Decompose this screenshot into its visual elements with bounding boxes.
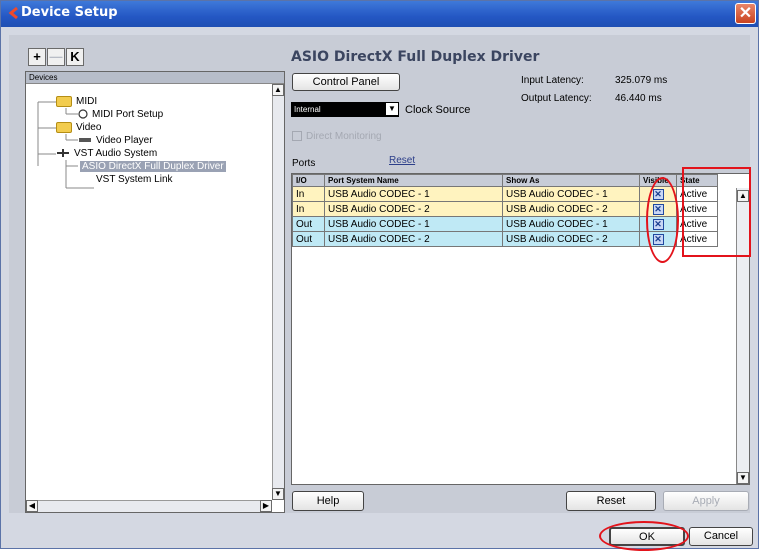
scroll-left-icon[interactable]: ◀	[26, 500, 38, 512]
scroll-right-icon[interactable]: ▶	[260, 500, 272, 512]
help-button[interactable]: Help	[292, 491, 364, 511]
folder-icon	[56, 122, 72, 133]
port-name-cell: USB Audio CODEC - 1	[324, 186, 503, 202]
visible-column-highlight	[646, 177, 679, 263]
tree-item-video-player[interactable]: Video Player	[78, 135, 153, 147]
port-name-cell: USB Audio CODEC - 2	[324, 231, 503, 247]
tree-horizontal-scrollbar[interactable]: ◀ ▶	[26, 500, 272, 512]
apply-button[interactable]: Apply	[663, 491, 749, 511]
scroll-down-icon[interactable]: ▼	[737, 472, 749, 484]
tree-item-midi[interactable]: MIDI	[56, 96, 97, 108]
audio-system-icon	[57, 149, 69, 158]
add-device-button[interactable]: +	[28, 48, 46, 66]
app-icon	[8, 6, 18, 20]
port-name-cell: USB Audio CODEC - 2	[324, 201, 503, 217]
tree-vertical-scrollbar[interactable]: ▲ ▼	[272, 84, 284, 500]
direct-monitoring-checkbox[interactable]	[292, 131, 302, 142]
window-title: Device Setup	[21, 5, 118, 20]
driver-title: ASIO DirectX Full Duplex Driver	[291, 49, 540, 65]
io-cell: In	[292, 186, 325, 202]
tree-item-video[interactable]: Video	[56, 122, 101, 134]
title-bar: Device Setup ✕	[1, 1, 758, 27]
input-latency-label: Input Latency:	[521, 75, 584, 86]
io-cell: Out	[292, 216, 325, 232]
tree-item-vst-system-link[interactable]: VST System Link	[96, 174, 173, 186]
show-as-cell[interactable]: USB Audio CODEC - 2	[502, 201, 640, 217]
show-as-cell[interactable]: USB Audio CODEC - 1	[502, 186, 640, 202]
reset-device-button[interactable]: K	[66, 48, 84, 66]
output-latency-value: 46.440 ms	[615, 93, 662, 104]
port-name-cell: USB Audio CODEC - 1	[324, 216, 503, 232]
close-button[interactable]: ✕	[735, 3, 756, 24]
ports-label: Ports	[292, 158, 316, 169]
output-latency-label: Output Latency:	[521, 93, 592, 104]
folder-icon	[56, 96, 72, 107]
state-column-highlight	[682, 167, 751, 257]
input-latency-value: 325.079 ms	[615, 75, 668, 86]
tree-item-vst-audio-system[interactable]: VST Audio System	[56, 148, 157, 160]
control-panel-button[interactable]: Control Panel	[292, 73, 400, 91]
tree-item-midi-port-setup[interactable]: MIDI Port Setup	[78, 109, 163, 121]
show-as-cell[interactable]: USB Audio CODEC - 1	[502, 216, 640, 232]
cancel-button[interactable]: Cancel	[689, 527, 753, 546]
direct-monitoring-option[interactable]: Direct Monitoring	[292, 131, 382, 142]
show-as-cell[interactable]: USB Audio CODEC - 2	[502, 231, 640, 247]
clock-source-select[interactable]: Internal ▼	[291, 102, 399, 117]
scroll-up-icon[interactable]: ▲	[272, 84, 284, 96]
reset-ports-link[interactable]: Reset	[389, 155, 415, 166]
chevron-down-icon[interactable]: ▼	[386, 103, 398, 115]
remove-device-button[interactable]: —	[47, 48, 65, 66]
devices-tree-panel: Devices MIDI MIDI Port Setup Video Video…	[25, 71, 285, 513]
scroll-down-icon[interactable]: ▼	[272, 488, 284, 500]
column-header-port-system-name[interactable]: Port System Name	[324, 174, 503, 187]
device-setup-window: Device Setup ✕ + — K Devices MIDI MIDI P…	[0, 0, 759, 551]
column-header-show-as[interactable]: Show As	[502, 174, 640, 187]
io-cell: Out	[292, 231, 325, 247]
ok-button-highlight	[599, 521, 689, 551]
video-player-icon	[79, 138, 91, 143]
tree-item-asio-directx[interactable]: ASIO DirectX Full Duplex Driver	[80, 161, 226, 173]
reset-button[interactable]: Reset	[566, 491, 656, 511]
midi-port-icon	[78, 109, 88, 119]
io-cell: In	[292, 201, 325, 217]
devices-header: Devices	[26, 72, 284, 84]
column-header-io[interactable]: I/O	[292, 174, 325, 187]
clock-source-label: Clock Source	[405, 104, 471, 116]
